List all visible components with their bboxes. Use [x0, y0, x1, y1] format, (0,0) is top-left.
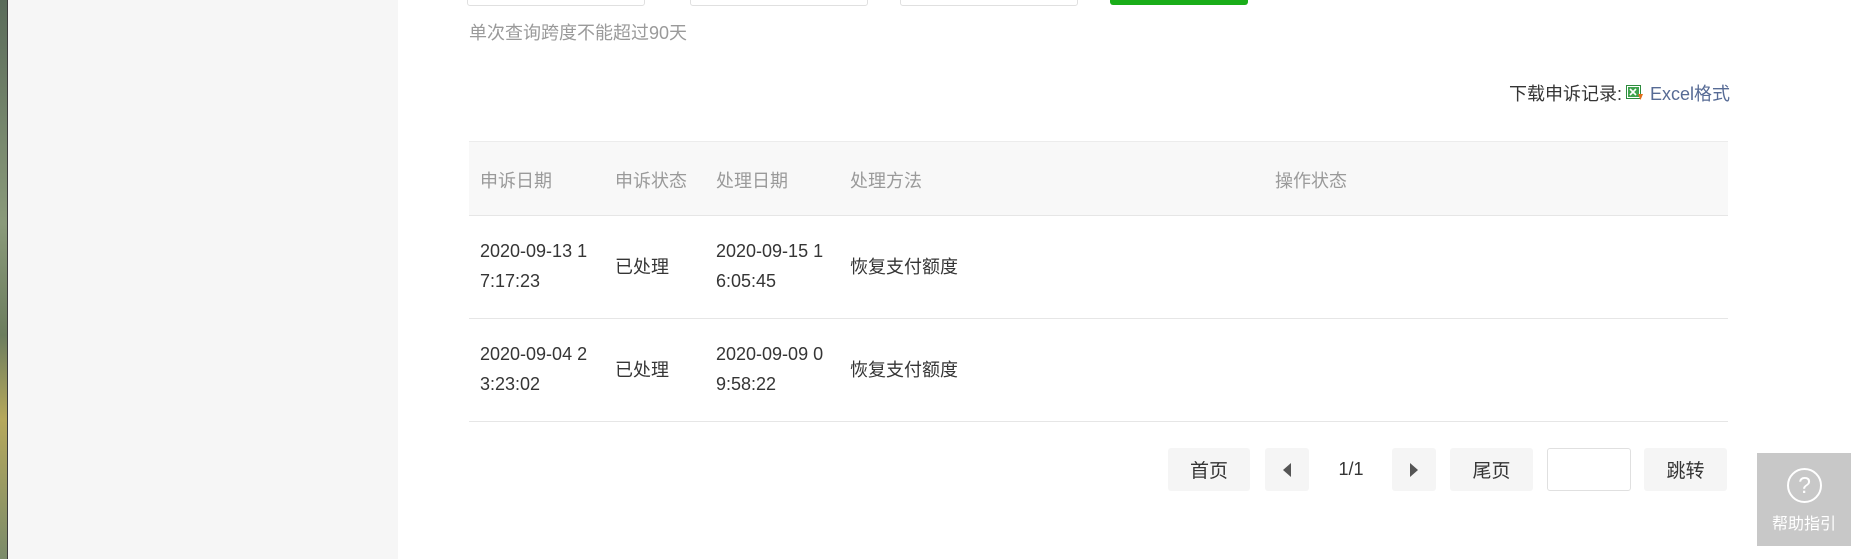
page: 单次查询跨度不能超过90天 下载申诉记录: Excel格式 申诉日期 申诉状态 … — [0, 0, 1862, 559]
arrow-right-icon — [1410, 462, 1418, 477]
search-button[interactable] — [1110, 0, 1248, 5]
header-appeal-date: 申诉日期 — [480, 171, 552, 191]
cell-process-method: 恢复支付额度 — [850, 257, 958, 277]
background-image-strip — [0, 0, 8, 559]
header-operation-status: 操作状态 — [1275, 171, 1347, 191]
page-indicator: 1/1 — [1338, 459, 1364, 479]
cell-appeal-date: 2020-09-13 17:17:23 — [480, 241, 588, 291]
help-icon: ? — [1787, 468, 1822, 503]
sidebar — [8, 0, 398, 559]
arrow-left-icon — [1283, 462, 1291, 477]
page-jump-input[interactable] — [1547, 448, 1631, 491]
help-guide-button[interactable]: ? 帮助指引 — [1757, 453, 1851, 546]
download-label: 下载申诉记录: — [1508, 84, 1622, 104]
cell-process-date: 2020-09-09 09:58:22 — [716, 344, 824, 394]
download-records: 下载申诉记录: Excel格式 — [1509, 80, 1730, 106]
appeal-records-table: 申诉日期 申诉状态 处理日期 处理方法 操作状态 2020-09-13 17:1… — [469, 141, 1728, 422]
table-row: 2020-09-04 23:23:02 已处理 2020-09-09 09:58… — [469, 319, 1728, 422]
table-row: 2020-09-13 17:17:23 已处理 2020-09-15 16:05… — [469, 216, 1728, 319]
help-label: 帮助指引 — [1771, 516, 1836, 533]
header-process-date: 处理日期 — [716, 171, 788, 191]
excel-download-link[interactable]: Excel格式 — [1650, 80, 1730, 106]
date-range-hint: 单次查询跨度不能超过90天 — [469, 23, 688, 43]
end-date-input[interactable] — [690, 0, 868, 6]
prev-page-button[interactable] — [1265, 448, 1309, 491]
start-date-input[interactable] — [467, 0, 645, 6]
cell-appeal-status: 已处理 — [615, 257, 669, 277]
first-page-button[interactable]: 首页 — [1168, 448, 1250, 491]
cell-process-date: 2020-09-15 16:05:45 — [716, 241, 824, 291]
jump-button[interactable]: 跳转 — [1644, 448, 1727, 491]
last-page-button[interactable]: 尾页 — [1450, 448, 1533, 491]
header-process-method: 处理方法 — [850, 171, 922, 191]
excel-icon[interactable] — [1625, 85, 1644, 101]
cell-process-method: 恢复支付额度 — [850, 360, 958, 380]
status-select[interactable] — [900, 0, 1078, 6]
header-appeal-status: 申诉状态 — [615, 171, 687, 191]
next-page-button[interactable] — [1392, 448, 1436, 491]
table-header: 申诉日期 申诉状态 处理日期 处理方法 操作状态 — [469, 141, 1728, 216]
cell-appeal-status: 已处理 — [615, 360, 669, 380]
cell-appeal-date: 2020-09-04 23:23:02 — [480, 344, 588, 394]
